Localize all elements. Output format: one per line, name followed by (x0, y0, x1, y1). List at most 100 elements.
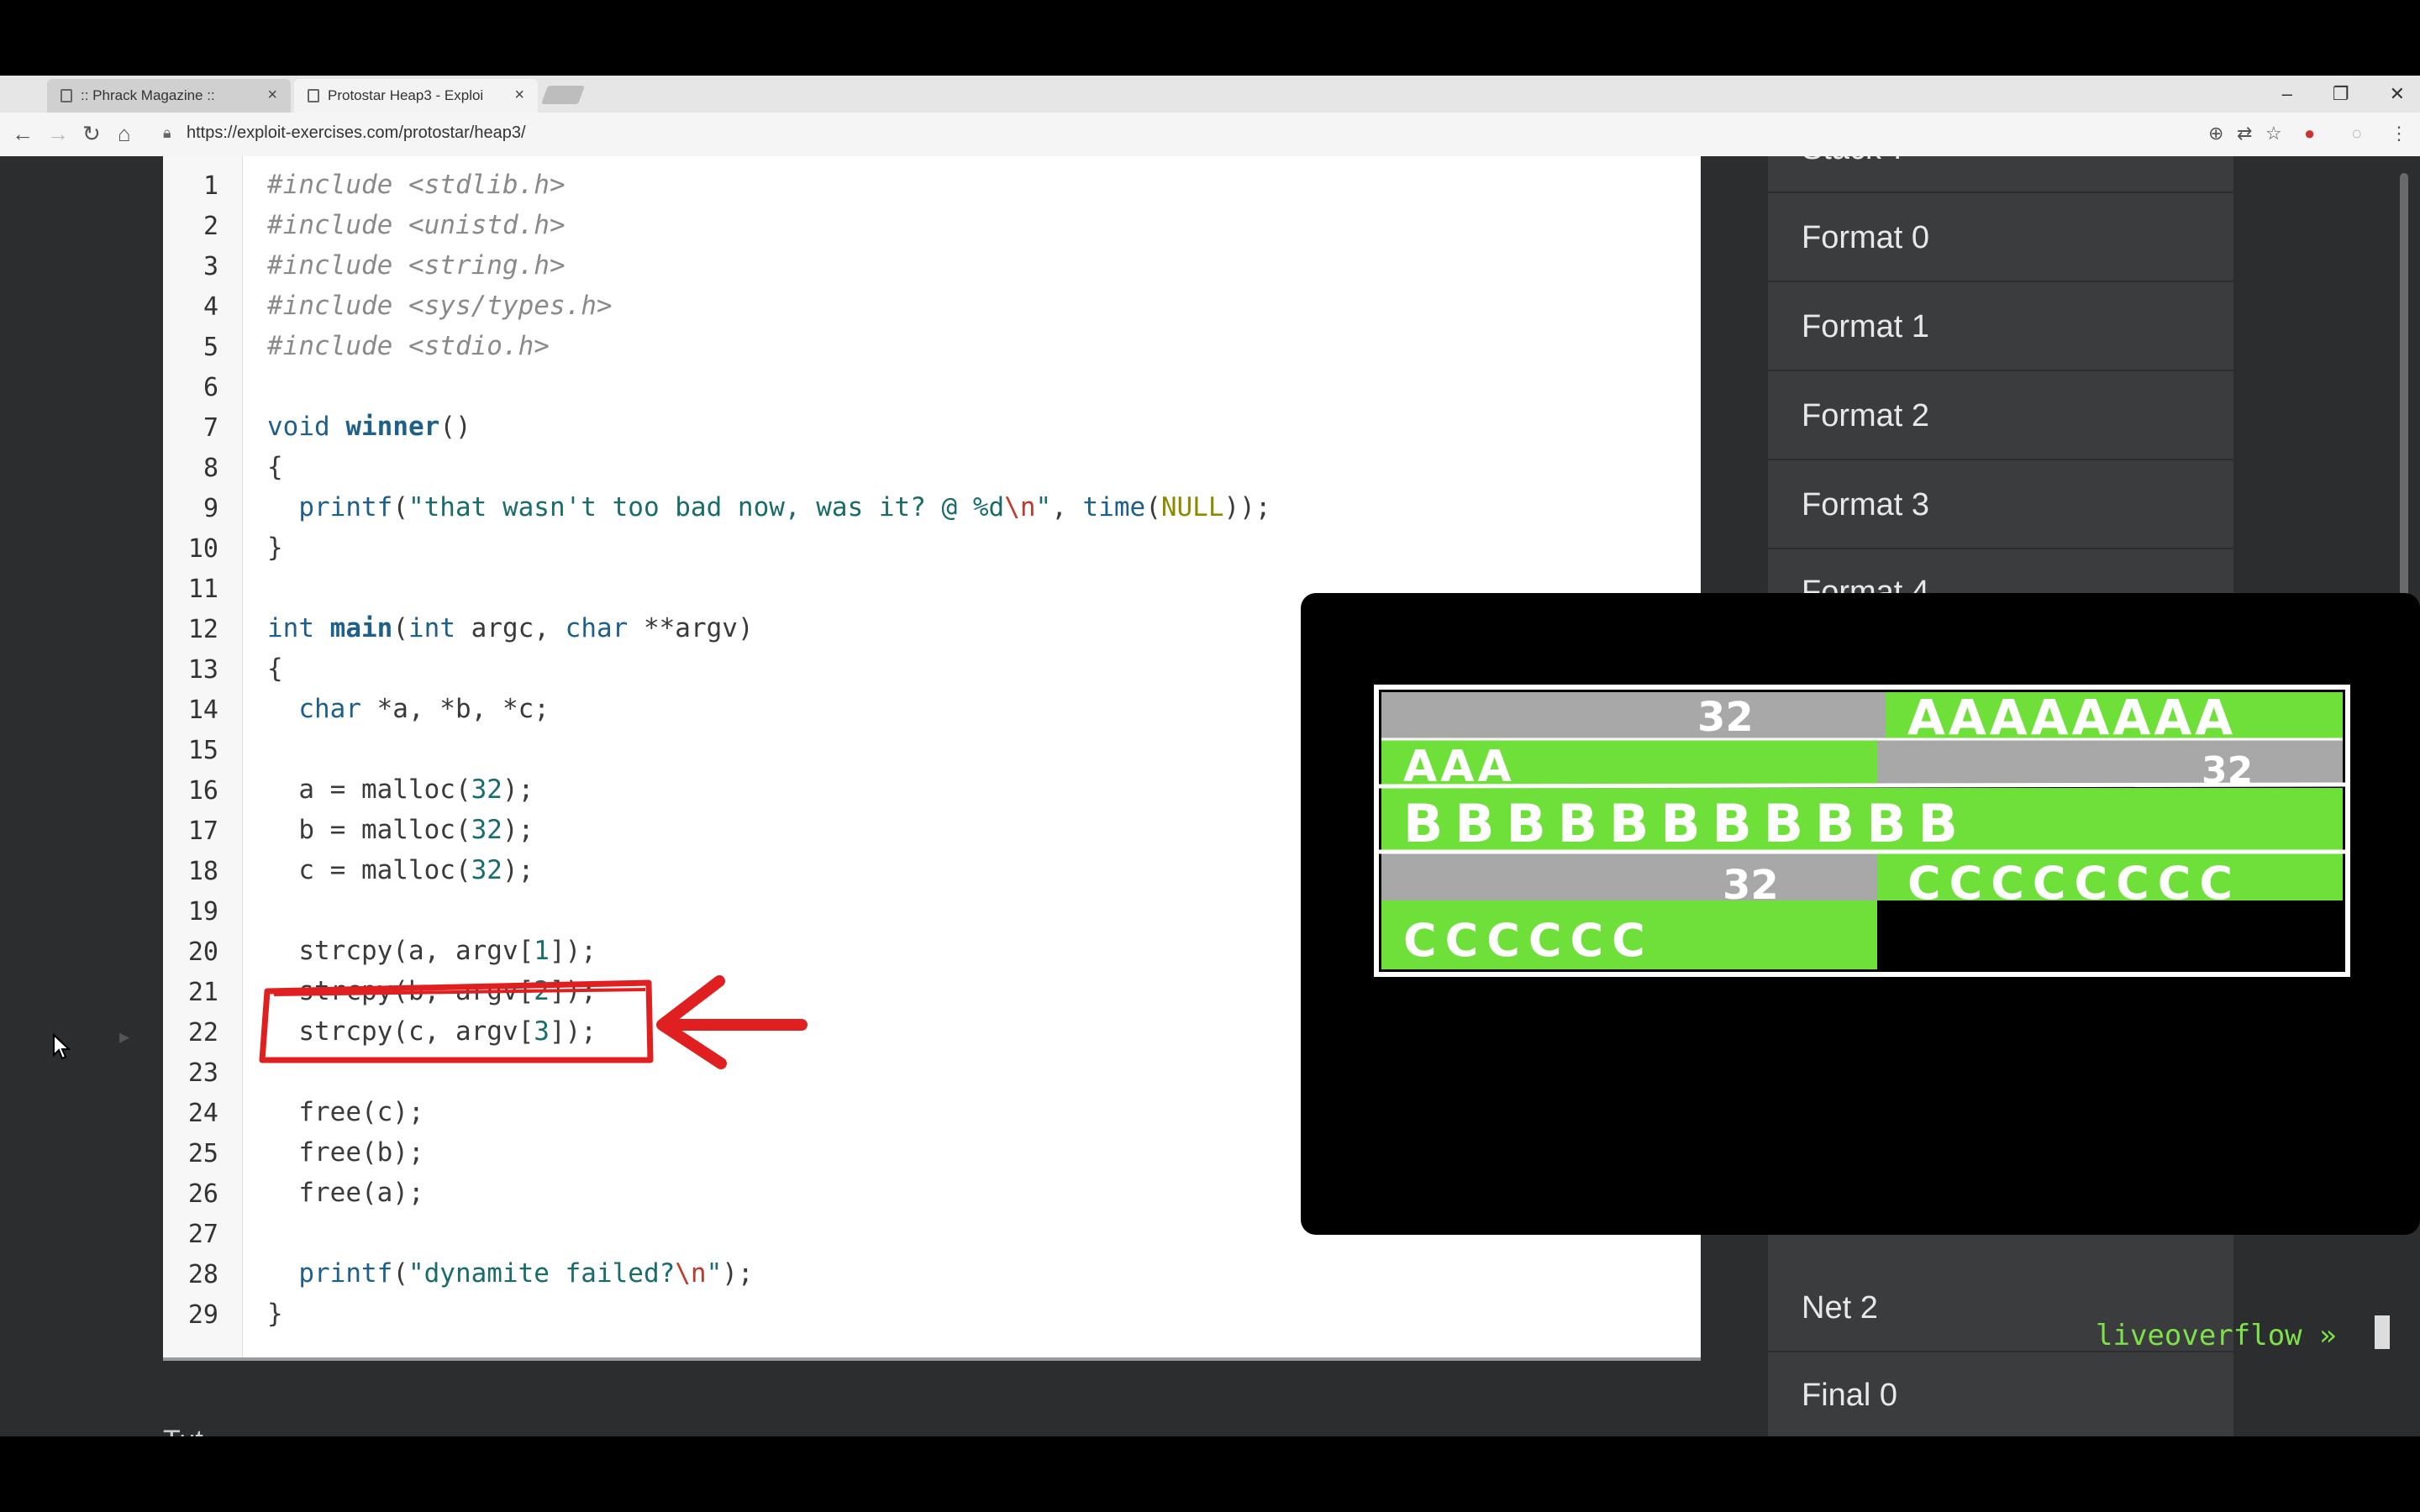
sidebar-item-format3[interactable]: Format 3 (1768, 462, 2233, 549)
buffer-label-b: BBBBBBBBBBB (1403, 793, 1970, 854)
code-line: #include <sys/types.h> (267, 291, 613, 321)
line-number: 6 (203, 373, 218, 402)
code-line: #include <stdio.h> (267, 331, 550, 361)
forward-icon[interactable]: → (47, 121, 69, 147)
line-number: 28 (187, 1260, 218, 1289)
line-number: 25 (187, 1139, 218, 1168)
chunk-header-c (1381, 853, 1877, 900)
line-number: 13 (187, 655, 218, 685)
code-line: a = malloc(32); (267, 774, 534, 805)
line-number: 1 (203, 171, 218, 201)
extension-icon[interactable]: ● (2304, 123, 2315, 144)
tab-title: Protostar Heap3 - Exploi (328, 87, 484, 103)
buffer-label-a-cont: AAA (1403, 742, 1515, 792)
size-label: 32 (1723, 862, 1779, 909)
code-line: } (267, 533, 283, 563)
sidebar-item-final0[interactable]: Final 0 (1768, 1352, 2233, 1436)
code-line: printf("that wasn't too bad now, was it?… (298, 492, 1271, 522)
terminal-cursor (2375, 1315, 2390, 1349)
back-icon[interactable]: ← (12, 121, 34, 147)
close-tab-icon[interactable]: × (267, 86, 277, 105)
sidebar-item-label: Format 1 (1802, 308, 1930, 344)
code-line: strcpy(b, argv[2]); (267, 976, 597, 1006)
menu-icon[interactable]: ⋮ (2390, 123, 2408, 144)
url-field[interactable]: https://exploit-exercises.com/protostar/… (187, 123, 526, 143)
code-line: int main(int argc, char **argv) (267, 613, 754, 643)
buffer-label-a: AAAAAAAA (1907, 689, 2236, 746)
mouse-cursor-icon (53, 1033, 71, 1060)
code-line: { (267, 452, 283, 482)
close-icon[interactable]: ✕ (2390, 83, 2405, 105)
restore-icon[interactable]: ❐ (2333, 83, 2349, 105)
sidebar-item-label: Final 0 (1802, 1377, 1898, 1413)
minimize-icon[interactable]: – (2282, 83, 2292, 105)
line-number: 18 (187, 857, 218, 886)
chunk-header-a (1381, 692, 1886, 739)
sidebar-item-label: Format 2 (1802, 397, 1930, 433)
code-line: char *a, *b, *c; (298, 694, 550, 724)
line-number: 11 (187, 575, 218, 604)
code-line: b = malloc(32); (267, 815, 534, 845)
bookmark-star-icon[interactable]: ☆ (2265, 123, 2282, 144)
line-number: 22 (187, 1018, 218, 1047)
line-number: 10 (187, 534, 218, 564)
size-label: 32 (2202, 749, 2253, 792)
line-number: 24 (187, 1099, 218, 1128)
page-icon (308, 89, 319, 102)
line-number: 19 (187, 897, 218, 927)
line-number: 16 (187, 776, 218, 806)
sidebar-item-format0[interactable]: Format 0 (1768, 195, 2233, 282)
close-tab-icon[interactable]: × (514, 86, 524, 105)
line-number: 14 (187, 696, 218, 725)
window-controls: – ❐ ✕ (2282, 76, 2405, 113)
sidebar-item-label: Format 3 (1802, 486, 1930, 522)
code-line: free(b); (267, 1137, 424, 1168)
line-number: 4 (203, 292, 218, 322)
line-number: 3 (203, 252, 218, 281)
browser-tab-heap3[interactable]: Protostar Heap3 - Exploi × (294, 79, 538, 113)
code-line: #include <stdlib.h> (267, 170, 566, 200)
line-number: 29 (187, 1300, 218, 1330)
code-line: #include <string.h> (267, 250, 566, 281)
home-icon[interactable]: ⌂ (118, 121, 131, 147)
address-bar: ← → ↻ ⌂ 🔒︎ https://exploit-exercises.com… (0, 113, 2420, 157)
chunk-header-b (1877, 739, 2343, 786)
code-line: free(c); (267, 1097, 424, 1127)
sidebar-item-stack7[interactable]: Stack 7 (1768, 156, 2233, 193)
section-heading: Tut (163, 1425, 203, 1436)
translate-icon[interactable]: ⇄ (2237, 123, 2252, 144)
line-number: 20 (187, 937, 218, 967)
line-number: 26 (187, 1179, 218, 1209)
heap-chunks-drawing: 32 AAAAAAAA AAA 32 BBBBBBBBBBB 32 CCCCCC… (1374, 685, 2350, 977)
code-line: { (267, 654, 283, 684)
code-line: free(a); (267, 1178, 424, 1208)
line-number: 12 (187, 615, 218, 644)
reload-icon[interactable]: ↻ (82, 121, 101, 147)
line-number: 17 (187, 816, 218, 846)
buffer-label-c-cont: CCCCCC (1403, 914, 1654, 967)
sidebar-item-format2[interactable]: Format 2 (1768, 373, 2233, 460)
new-tab-button[interactable] (540, 86, 586, 104)
line-number: 7 (203, 413, 218, 443)
code-line: #include <unistd.h> (267, 210, 566, 240)
lock-icon: 🔒︎ (163, 124, 171, 141)
sidebar-item-format1[interactable]: Format 1 (1768, 284, 2233, 371)
zoom-icon[interactable]: ⊕ (2208, 123, 2223, 144)
cursor-shadow-icon: ▸ (119, 1026, 130, 1048)
extension-icon[interactable]: ○ (2351, 123, 2362, 144)
code-line: void winner() (267, 412, 471, 442)
line-number: 21 (187, 978, 218, 1007)
code-line: strcpy(c, argv[3]); (267, 1016, 597, 1047)
tab-title: :: Phrack Magazine :: (81, 87, 215, 103)
line-number: 23 (187, 1058, 218, 1088)
tab-bar: :: Phrack Magazine :: × Protostar Heap3 … (0, 76, 2420, 113)
page-icon (60, 89, 72, 102)
line-number: 15 (187, 736, 218, 765)
browser-tab-phrack[interactable]: :: Phrack Magazine :: × (47, 79, 291, 113)
code-line: } (267, 1299, 283, 1329)
buffer-label-c: CCCCCCCC (1907, 857, 2241, 910)
line-number: 5 (203, 333, 218, 362)
line-number: 27 (187, 1220, 218, 1249)
code-line: c = malloc(32); (267, 855, 534, 885)
code-line: strcpy(a, argv[1]); (267, 936, 597, 966)
